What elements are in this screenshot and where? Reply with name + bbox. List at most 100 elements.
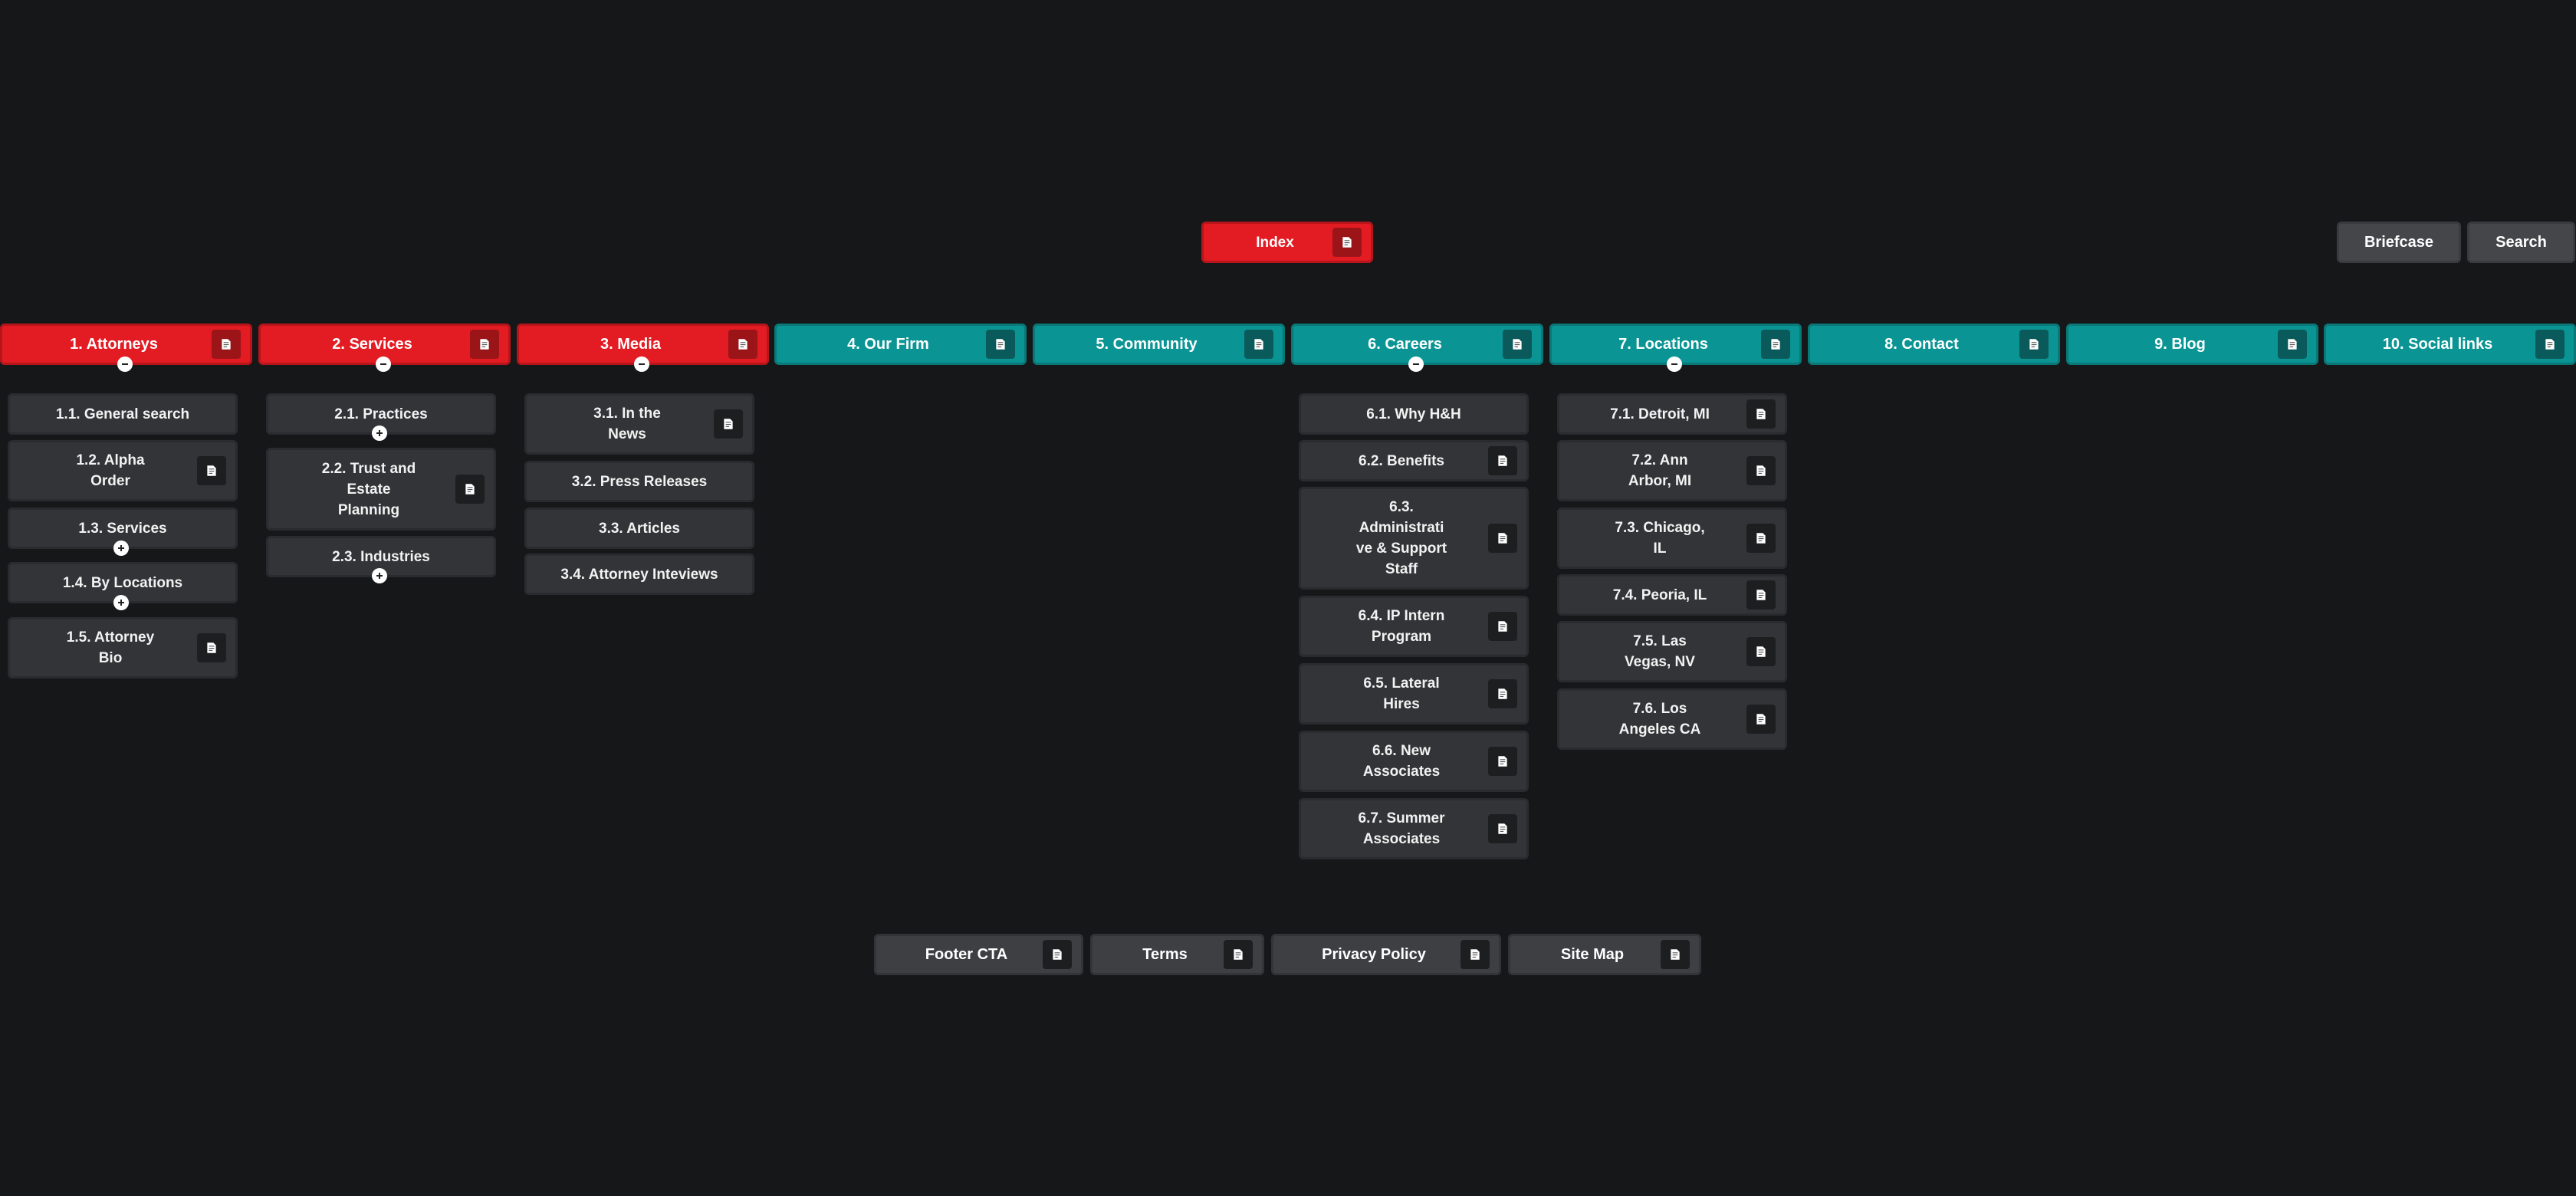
footer-label: Site Map bbox=[1560, 945, 1625, 963]
node-label: 2.1. Practices bbox=[334, 406, 428, 422]
section-label: 10. Social links bbox=[2382, 335, 2493, 353]
node-new-associates[interactable]: 6.6. New Associates bbox=[1299, 731, 1529, 792]
index-node[interactable]: Index bbox=[1201, 222, 1373, 263]
node-ip-intern-program[interactable]: 6.4. IP Intern Program bbox=[1299, 596, 1529, 657]
node-label: 6.7. Summer Associates bbox=[1358, 810, 1445, 847]
node-label: 7.4. Peoria, IL bbox=[1612, 586, 1707, 603]
node-articles[interactable]: 3.3. Articles bbox=[524, 508, 754, 549]
node-administrative-support-staff[interactable]: 6.3. Administrati ve & Support Staff bbox=[1299, 487, 1529, 590]
node-press-releases[interactable]: 3.2. Press Releases bbox=[524, 461, 754, 502]
node-label: 3.3. Articles bbox=[599, 520, 680, 537]
footer-label: Terms bbox=[1142, 945, 1188, 963]
search-label: Search bbox=[2496, 233, 2547, 251]
page-icon[interactable] bbox=[197, 633, 226, 662]
node-peoria[interactable]: 7.4. Peoria, IL bbox=[1557, 574, 1787, 616]
minus-circle-icon bbox=[122, 363, 128, 365]
page-icon[interactable] bbox=[1488, 679, 1517, 708]
page-icon[interactable] bbox=[1488, 524, 1517, 553]
node-in-the-news[interactable]: 3.1. In the News bbox=[524, 393, 754, 455]
minus-circle-icon bbox=[1671, 363, 1677, 365]
page-icon[interactable] bbox=[1746, 399, 1776, 429]
page-icon[interactable] bbox=[1488, 814, 1517, 843]
node-label: 7.6. Los Angeles CA bbox=[1618, 701, 1701, 738]
page-icon[interactable] bbox=[470, 330, 499, 359]
page-icon[interactable] bbox=[1043, 940, 1072, 969]
node-los-angeles[interactable]: 7.6. Los Angeles CA bbox=[1557, 688, 1787, 750]
minus-circle-icon bbox=[639, 363, 645, 365]
expand-toggle-industries[interactable] bbox=[372, 568, 387, 583]
page-icon[interactable] bbox=[1488, 747, 1517, 776]
minus-circle-icon bbox=[1413, 363, 1419, 365]
page-icon[interactable] bbox=[1746, 637, 1776, 666]
node-chicago[interactable]: 7.3. Chicago, IL bbox=[1557, 508, 1787, 569]
page-icon[interactable] bbox=[1761, 330, 1790, 359]
expand-toggle-practices[interactable] bbox=[372, 426, 387, 441]
node-label: 6.4. IP Intern Program bbox=[1358, 608, 1445, 645]
node-label: 1.4. By Locations bbox=[62, 574, 183, 591]
section-community[interactable]: 5. Community bbox=[1033, 324, 1285, 365]
page-icon[interactable] bbox=[1224, 940, 1253, 969]
collapse-toggle-careers[interactable] bbox=[1408, 356, 1424, 372]
section-blog[interactable]: 9. Blog bbox=[2066, 324, 2318, 365]
page-icon[interactable] bbox=[197, 456, 226, 485]
page-icon[interactable] bbox=[2278, 330, 2307, 359]
section-contact[interactable]: 8. Contact bbox=[1808, 324, 2060, 365]
page-icon[interactable] bbox=[2535, 330, 2564, 359]
node-lateral-hires[interactable]: 6.5. Lateral Hires bbox=[1299, 663, 1529, 724]
node-alpha-order[interactable]: 1.2. Alpha Order bbox=[8, 440, 238, 501]
page-icon[interactable] bbox=[1244, 330, 1273, 359]
node-detroit[interactable]: 7.1. Detroit, MI bbox=[1557, 393, 1787, 435]
expand-toggle-by-locations[interactable] bbox=[113, 595, 129, 610]
page-icon[interactable] bbox=[1661, 940, 1690, 969]
plus-circle-icon bbox=[118, 545, 124, 551]
section-social-links[interactable]: 10. Social links bbox=[2324, 324, 2576, 365]
node-label: 6.2. Benefits bbox=[1359, 452, 1444, 469]
node-label: 7.5. Las Vegas, NV bbox=[1625, 633, 1695, 670]
page-icon[interactable] bbox=[1746, 524, 1776, 553]
section-label: 8. Contact bbox=[1884, 335, 1959, 353]
node-label: 3.4. Attorney Inteviews bbox=[560, 566, 718, 583]
page-icon[interactable] bbox=[212, 330, 241, 359]
page-icon[interactable] bbox=[728, 330, 757, 359]
node-trust-estate-planning[interactable]: 2.2. Trust and Estate Planning bbox=[266, 448, 496, 531]
node-attorney-interviews[interactable]: 3.4. Attorney Inteviews bbox=[524, 554, 754, 595]
plus-circle-icon bbox=[376, 573, 383, 579]
page-icon[interactable] bbox=[714, 409, 743, 439]
search-button[interactable]: Search bbox=[2467, 222, 2575, 263]
briefcase-label: Briefcase bbox=[2364, 233, 2434, 251]
page-icon[interactable] bbox=[1332, 228, 1362, 257]
page-icon[interactable] bbox=[986, 330, 1015, 359]
node-why-hh[interactable]: 6.1. Why H&H bbox=[1299, 393, 1529, 435]
section-our-firm[interactable]: 4. Our Firm bbox=[774, 324, 1027, 365]
footer-privacy-node[interactable]: Privacy Policy bbox=[1271, 934, 1501, 975]
footer-label: Footer CTA bbox=[925, 945, 1008, 963]
page-icon[interactable] bbox=[2019, 330, 2049, 359]
node-benefits[interactable]: 6.2. Benefits bbox=[1299, 440, 1529, 481]
node-label: 6.5. Lateral Hires bbox=[1363, 675, 1440, 712]
page-icon[interactable] bbox=[1488, 446, 1517, 475]
collapse-toggle-attorneys[interactable] bbox=[117, 356, 133, 372]
node-label: 6.3. Administrati ve & Support Staff bbox=[1355, 499, 1447, 577]
node-summer-associates[interactable]: 6.7. Summer Associates bbox=[1299, 798, 1529, 859]
footer-cta-node[interactable]: Footer CTA bbox=[874, 934, 1083, 975]
collapse-toggle-locations[interactable] bbox=[1667, 356, 1682, 372]
page-icon[interactable] bbox=[1460, 940, 1490, 969]
node-las-vegas[interactable]: 7.5. Las Vegas, NV bbox=[1557, 621, 1787, 682]
page-icon[interactable] bbox=[1746, 580, 1776, 610]
plus-circle-icon bbox=[376, 430, 383, 436]
briefcase-button[interactable]: Briefcase bbox=[2337, 222, 2461, 263]
collapse-toggle-media[interactable] bbox=[634, 356, 649, 372]
node-label: 1.1. General search bbox=[55, 406, 190, 422]
footer-sitemap-node[interactable]: Site Map bbox=[1508, 934, 1701, 975]
expand-toggle-services[interactable] bbox=[113, 540, 129, 556]
page-icon[interactable] bbox=[1746, 456, 1776, 485]
page-icon[interactable] bbox=[1746, 705, 1776, 734]
node-attorney-bio[interactable]: 1.5. Attorney Bio bbox=[8, 617, 238, 678]
node-general-search[interactable]: 1.1. General search bbox=[8, 393, 238, 435]
page-icon[interactable] bbox=[1488, 612, 1517, 641]
page-icon[interactable] bbox=[1503, 330, 1532, 359]
footer-terms-node[interactable]: Terms bbox=[1090, 934, 1264, 975]
collapse-toggle-services[interactable] bbox=[376, 356, 391, 372]
page-icon[interactable] bbox=[455, 475, 485, 504]
node-ann-arbor[interactable]: 7.2. Ann Arbor, MI bbox=[1557, 440, 1787, 501]
